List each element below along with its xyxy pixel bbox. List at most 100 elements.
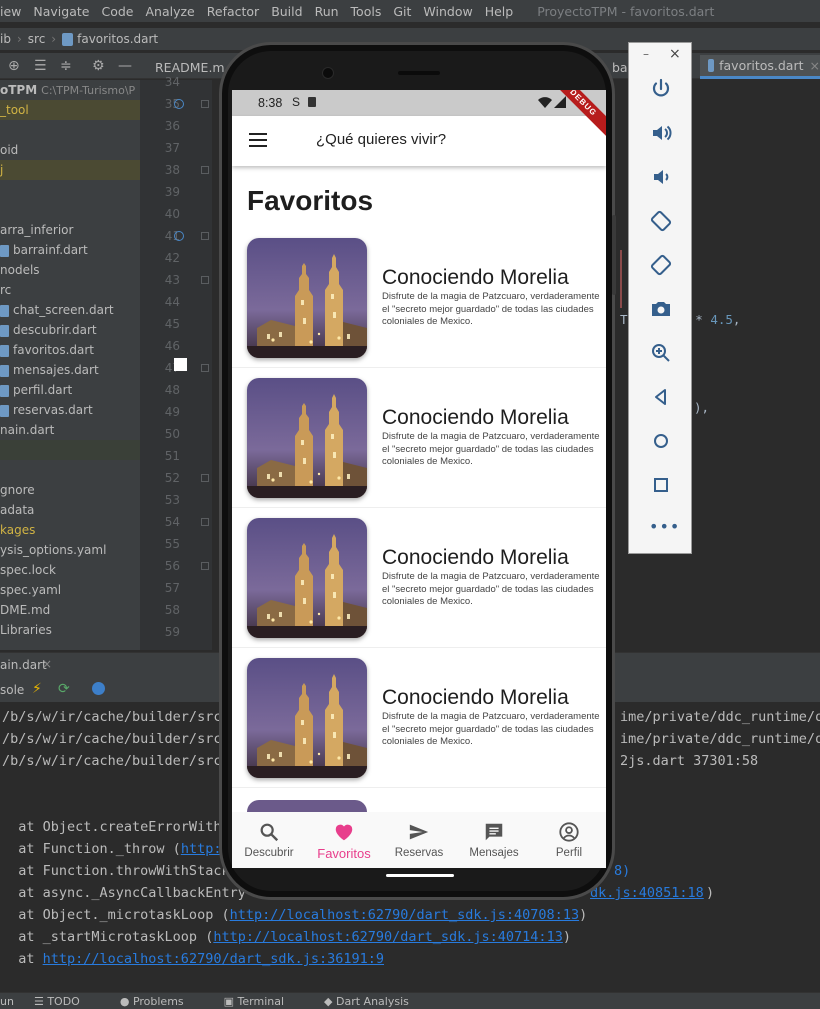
project-tree-item[interactable]: gnore [0,480,140,500]
volume-down-icon[interactable] [649,165,673,189]
project-tree-item[interactable]: oid [0,140,140,160]
menu-item[interactable]: iew [0,4,21,19]
stack-link[interactable]: http://localhost:62790/dart_sdk.js:40714… [213,929,563,945]
zoom-icon[interactable] [649,341,673,365]
project-tree-item[interactable]: reservas.dart [0,400,140,420]
problems-tool-button[interactable]: ● Problems [120,995,204,1008]
menu-item[interactable]: Help [485,4,514,19]
menu-item[interactable]: Git [393,4,411,19]
project-tree-item[interactable]: rc [0,280,140,300]
close-icon[interactable]: × [42,657,52,671]
stack-link[interactable]: http://localhost:62790/dart_sdk.js:40708… [230,907,580,923]
favorite-card[interactable]: Conociendo Morelia Disfrute de la magia d… [232,650,606,788]
breadcrumb-item[interactable]: src [28,32,46,46]
rotate-right-icon[interactable] [649,253,673,277]
project-tree-item[interactable]: arra_inferior [0,220,140,240]
terminal-tool-button[interactable]: ▣ Terminal [224,995,304,1008]
run-tab[interactable]: ain.dart [0,658,47,672]
fold-marker-icon[interactable] [201,562,209,570]
more-icon[interactable]: ••• [649,517,680,536]
nav-mensajes[interactable]: Mensajes [457,812,531,868]
favorite-card[interactable]: Conociendo Morelia Disfrute de la magia d… [232,510,606,648]
nav-perfil[interactable]: Perfil [532,812,606,868]
nav-reservas[interactable]: Reservas [382,812,456,868]
tab-favoritos[interactable]: favoritos.dart × [700,55,820,79]
project-tree-item[interactable]: adata [0,500,140,520]
collapse-icon[interactable]: ☰ [34,58,47,74]
stack-link[interactable]: http://localhost:62790/dart_sdk.js:36191… [43,951,384,967]
fold-marker-icon[interactable] [201,100,209,108]
project-tree-item[interactable]: nain.dart [0,420,140,440]
favorite-card[interactable]: Conociendo Morelia Disfrute de la magia d… [232,370,606,508]
gear-icon[interactable]: ⚙ [92,58,105,74]
todo-tool-button[interactable]: ☰ TODO [34,995,100,1008]
target-icon[interactable]: ⊕ [8,58,20,74]
menu-item[interactable]: Window [423,4,472,19]
project-tree-item[interactable]: barrainf.dart [0,240,140,260]
project-tree-item[interactable] [0,120,140,140]
project-tree-item[interactable] [0,460,140,480]
project-tree-item[interactable]: descubrir.dart [0,320,140,340]
project-tree-item[interactable]: spec.yaml [0,580,140,600]
project-tree-item[interactable]: Libraries [0,620,140,640]
back-icon[interactable] [649,385,673,409]
menu-item[interactable]: Analyze [145,4,194,19]
run-tool-button[interactable]: un [0,995,14,1008]
menu-item[interactable]: Run [315,4,339,19]
breakpoint-marker[interactable] [174,358,187,371]
fold-marker-icon[interactable] [201,166,209,174]
project-tree-item[interactable]: oTPM C:\TPM-Turismo\P [0,80,140,100]
project-tree-item[interactable]: spec.lock [0,560,140,580]
stack-link[interactable]: http: [181,841,222,857]
close-icon[interactable]: × [810,58,820,73]
project-tree-item[interactable]: perfil.dart [0,380,140,400]
fold-marker-icon[interactable] [201,364,209,372]
project-tree-item[interactable]: DME.md [0,600,140,620]
rotate-left-icon[interactable] [649,209,673,233]
power-icon[interactable] [649,77,673,101]
menu-item[interactable]: Build [271,4,302,19]
devtools-icon[interactable] [92,682,105,695]
camera-icon[interactable] [649,297,673,321]
dart-analysis-tool-button[interactable]: ◆ Dart Analysis [324,995,429,1008]
console-tab[interactable]: sole [0,683,24,697]
project-tree-item[interactable]: nodels [0,260,140,280]
tree-item-label: j [0,163,4,177]
project-tree-item[interactable] [0,440,140,460]
menu-item[interactable]: Tools [351,4,382,19]
override-marker-icon[interactable] [174,99,184,109]
fold-marker-icon[interactable] [201,232,209,240]
minimize-icon[interactable]: – [643,47,649,61]
project-tree-item[interactable]: j [0,160,140,180]
menu-item[interactable]: Code [101,4,133,19]
fold-marker-icon[interactable] [201,518,209,526]
lightning-icon[interactable]: ⚡ [32,681,42,697]
home-icon[interactable] [649,429,673,453]
project-tree-item[interactable]: _tool [0,100,140,120]
close-icon[interactable]: × [669,46,681,62]
expand-icon[interactable]: ≑ [60,58,72,74]
menu-icon[interactable] [249,133,267,147]
project-tree-item[interactable] [0,200,140,220]
volume-up-icon[interactable] [649,121,673,145]
favorite-card[interactable]: Conociendo Morelia Disfrute de la magia d… [232,230,606,368]
menu-item[interactable]: Navigate [33,4,89,19]
project-tree-item[interactable]: kages [0,520,140,540]
project-tree-item[interactable]: favoritos.dart [0,340,140,360]
stack-link[interactable]: dk.js:40851:18 [590,882,704,904]
project-tree-item[interactable] [0,180,140,200]
project-tree-item[interactable]: mensajes.dart [0,360,140,380]
override-marker-icon[interactable] [174,231,184,241]
menu-item[interactable]: Refactor [207,4,259,19]
nav-descubrir[interactable]: Descubrir [232,812,306,868]
minimize-icon[interactable]: — [118,58,132,74]
fold-marker-icon[interactable] [201,276,209,284]
nav-favoritos[interactable]: Favoritos [307,812,381,868]
project-tree-item[interactable]: ysis_options.yaml [0,540,140,560]
breadcrumb-item[interactable]: ib [0,32,11,46]
breadcrumb-item[interactable]: favoritos.dart [77,32,158,46]
project-tree-item[interactable]: chat_screen.dart [0,300,140,320]
overview-icon[interactable] [649,473,673,497]
reload-icon[interactable]: ⟳ [58,681,70,697]
fold-marker-icon[interactable] [201,474,209,482]
